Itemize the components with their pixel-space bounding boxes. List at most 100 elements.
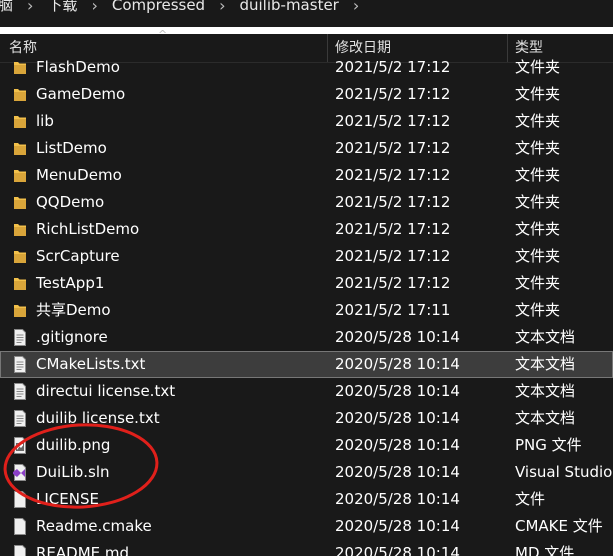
file-name: CMakeLists.txt [36, 355, 146, 373]
file-list: FlashDemo 2021/5/2 17:12 文件夹 GameDemo 2021/5… [0, 54, 613, 556]
file-row[interactable]: 共享Demo 2021/5/2 17:11 文件夹 [0, 297, 613, 324]
file-name: GameDemo [36, 85, 126, 103]
breadcrumb-separator-icon[interactable]: › [353, 0, 359, 15]
file-date: 2020/5/28 10:14 [335, 436, 460, 454]
file-name: TestApp1 [36, 274, 105, 292]
text-file-icon [14, 410, 26, 427]
file-type: 文本文档 [515, 382, 576, 400]
file-name: directui license.txt [36, 382, 176, 400]
file-type: 文件夹 [515, 58, 561, 76]
file-date: 2020/5/28 10:14 [335, 382, 460, 400]
file-name: ListDemo [36, 139, 107, 157]
file-row[interactable]: DuiLib.sln 2020/5/28 10:14 Visual Studio [0, 459, 613, 486]
text-file-icon [14, 356, 26, 373]
file-row[interactable]: LICENSE 2020/5/28 10:14 文件 [0, 486, 613, 513]
file-row[interactable]: duilib license.txt 2020/5/28 10:14 文本文档 [0, 405, 613, 432]
file-row[interactable]: lib 2021/5/2 17:12 文件夹 [0, 108, 613, 135]
pane-divider [0, 27, 613, 34]
file-row[interactable]: GameDemo 2021/5/2 17:12 文件夹 [0, 81, 613, 108]
file-row[interactable]: Readme.cmake 2020/5/28 10:14 CMAKE 文件 [0, 513, 613, 540]
file-type: 文件夹 [515, 301, 561, 319]
file-type: 文件夹 [515, 274, 561, 292]
file-row[interactable]: TestApp1 2021/5/2 17:12 文件夹 [0, 270, 613, 297]
breadcrumb-separator-icon[interactable]: › [219, 0, 225, 15]
text-file-icon [14, 329, 26, 346]
visual-studio-solution-icon [13, 464, 26, 481]
blank-file-icon [14, 545, 26, 556]
file-date: 2021/5/2 17:12 [335, 139, 451, 157]
file-type: 文件夹 [515, 193, 561, 211]
folder-icon [14, 224, 26, 236]
breadcrumb-item[interactable]: 下载 [47, 0, 77, 13]
file-name: ScrCapture [36, 247, 120, 265]
file-type: 文件夹 [515, 166, 561, 184]
file-date: 2021/5/2 17:12 [335, 193, 451, 211]
file-type: 文本文档 [515, 355, 576, 373]
file-type: 文件夹 [515, 85, 561, 103]
breadcrumb-separator-icon[interactable]: › [91, 0, 97, 15]
file-date: 2020/5/28 10:14 [335, 409, 460, 427]
file-type: 文件 [515, 490, 546, 508]
file-row[interactable]: FlashDemo 2021/5/2 17:12 文件夹 [0, 54, 613, 81]
folder-icon [14, 251, 26, 263]
file-row[interactable]: MenuDemo 2021/5/2 17:12 文件夹 [0, 162, 613, 189]
text-file-icon [14, 383, 26, 400]
file-row[interactable]: README.md 2020/5/28 10:14 MD 文件 [0, 540, 613, 556]
file-name: LICENSE [36, 490, 99, 508]
file-row[interactable]: CMakeLists.txt 2020/5/28 10:14 文本文档 [0, 351, 613, 378]
file-name: MenuDemo [36, 166, 122, 184]
file-type: Visual Studio [515, 463, 613, 481]
file-row[interactable]: ScrCapture 2021/5/2 17:12 文件夹 [0, 243, 613, 270]
file-date: 2020/5/28 10:14 [335, 544, 460, 556]
file-date: 2021/5/2 17:12 [335, 166, 451, 184]
folder-icon [14, 62, 26, 74]
folder-icon [14, 116, 26, 128]
file-row[interactable]: QQDemo 2021/5/2 17:12 文件夹 [0, 189, 613, 216]
file-date: 2021/5/2 17:12 [335, 112, 451, 130]
file-date: 2021/5/2 17:12 [335, 85, 451, 103]
blank-file-icon [14, 518, 26, 535]
file-type: 文件夹 [515, 112, 561, 130]
file-date: 2020/5/28 10:14 [335, 463, 460, 481]
file-date: 2021/5/2 17:12 [335, 58, 451, 76]
blank-file-icon [14, 491, 26, 508]
breadcrumb-separator-icon[interactable]: › [27, 0, 33, 15]
file-name: .gitignore [36, 328, 108, 346]
file-name: README.md [36, 544, 130, 556]
file-date: 2020/5/28 10:14 [335, 490, 460, 508]
image-file-icon [14, 437, 26, 454]
file-name: Readme.cmake [36, 517, 152, 535]
file-name: 共享Demo [36, 301, 111, 319]
file-type: CMAKE 文件 [515, 517, 603, 535]
folder-icon [14, 89, 26, 101]
file-date: 2020/5/28 10:14 [335, 355, 460, 373]
file-row[interactable]: RichListDemo 2021/5/2 17:12 文件夹 [0, 216, 613, 243]
file-name: FlashDemo [36, 58, 120, 76]
file-type: PNG 文件 [515, 436, 582, 454]
file-row[interactable]: duilib.png 2020/5/28 10:14 PNG 文件 [0, 432, 613, 459]
address-bar[interactable]: 脑 › 下载 › Compressed › duilib-master › [0, 0, 613, 27]
folder-icon [14, 305, 26, 317]
file-row[interactable]: directui license.txt 2020/5/28 10:14 文本文档 [0, 378, 613, 405]
folder-icon [14, 278, 26, 290]
file-date: 2021/5/2 17:11 [335, 301, 451, 319]
breadcrumb-item[interactable]: Compressed [112, 0, 205, 13]
file-type: 文本文档 [515, 328, 576, 346]
file-type: 文件夹 [515, 247, 561, 265]
breadcrumb-item[interactable]: 脑 [0, 0, 13, 13]
folder-icon [14, 197, 26, 209]
file-row[interactable]: .gitignore 2020/5/28 10:14 文本文档 [0, 324, 613, 351]
file-row[interactable]: ListDemo 2021/5/2 17:12 文件夹 [0, 135, 613, 162]
file-name: duilib license.txt [36, 409, 160, 427]
sort-ascending-icon: ^ [158, 28, 168, 41]
file-type: MD 文件 [515, 544, 575, 556]
file-name: QQDemo [36, 193, 105, 211]
file-type: 文件夹 [515, 139, 561, 157]
file-date: 2021/5/2 17:12 [335, 247, 451, 265]
file-type: 文件夹 [515, 220, 561, 238]
folder-icon [14, 143, 26, 155]
file-name: DuiLib.sln [36, 463, 110, 481]
file-name: RichListDemo [36, 220, 140, 238]
breadcrumb-item[interactable]: duilib-master [239, 0, 338, 13]
file-name: lib [36, 112, 54, 130]
